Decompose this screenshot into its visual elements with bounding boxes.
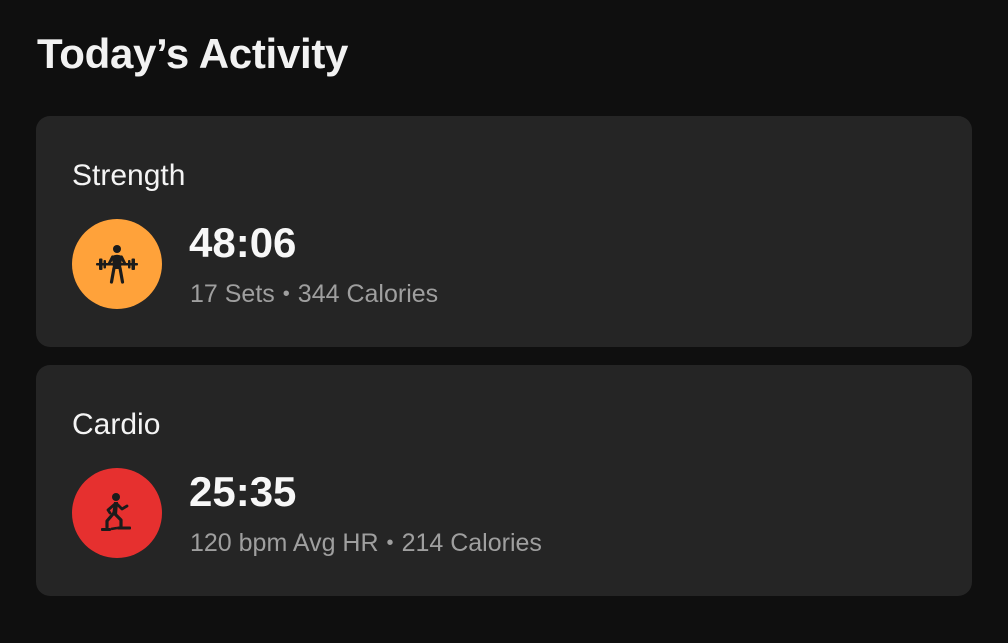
stat-calories: 344 Calories	[297, 280, 439, 308]
stat-calories: 214 Calories	[401, 529, 542, 557]
activity-title: Strength	[72, 159, 186, 192]
activity-duration: 48:06	[189, 219, 297, 266]
activity-title: Cardio	[72, 408, 161, 441]
stat-sets: 17 Sets	[190, 280, 275, 308]
activity-card-strength[interactable]: Strength 48:06 17 Sets • 344 Calories	[36, 116, 972, 347]
weightlifting-icon	[72, 219, 162, 309]
activity-stats: 17 Sets • 344 Calories	[190, 278, 438, 310]
activity-duration: 25:35	[189, 468, 297, 515]
stat-heart-rate: 120 bpm Avg HR	[190, 529, 379, 557]
stair-climber-icon	[72, 468, 162, 558]
activity-stats: 120 bpm Avg HR • 214 Calories	[190, 527, 542, 559]
stat-separator: •	[386, 532, 394, 554]
page-title: Today’s Activity	[37, 30, 349, 77]
activity-card-cardio[interactable]: Cardio 25:35 120 bpm Avg HR • 214 Calories	[36, 365, 972, 596]
stat-separator: •	[282, 283, 290, 305]
